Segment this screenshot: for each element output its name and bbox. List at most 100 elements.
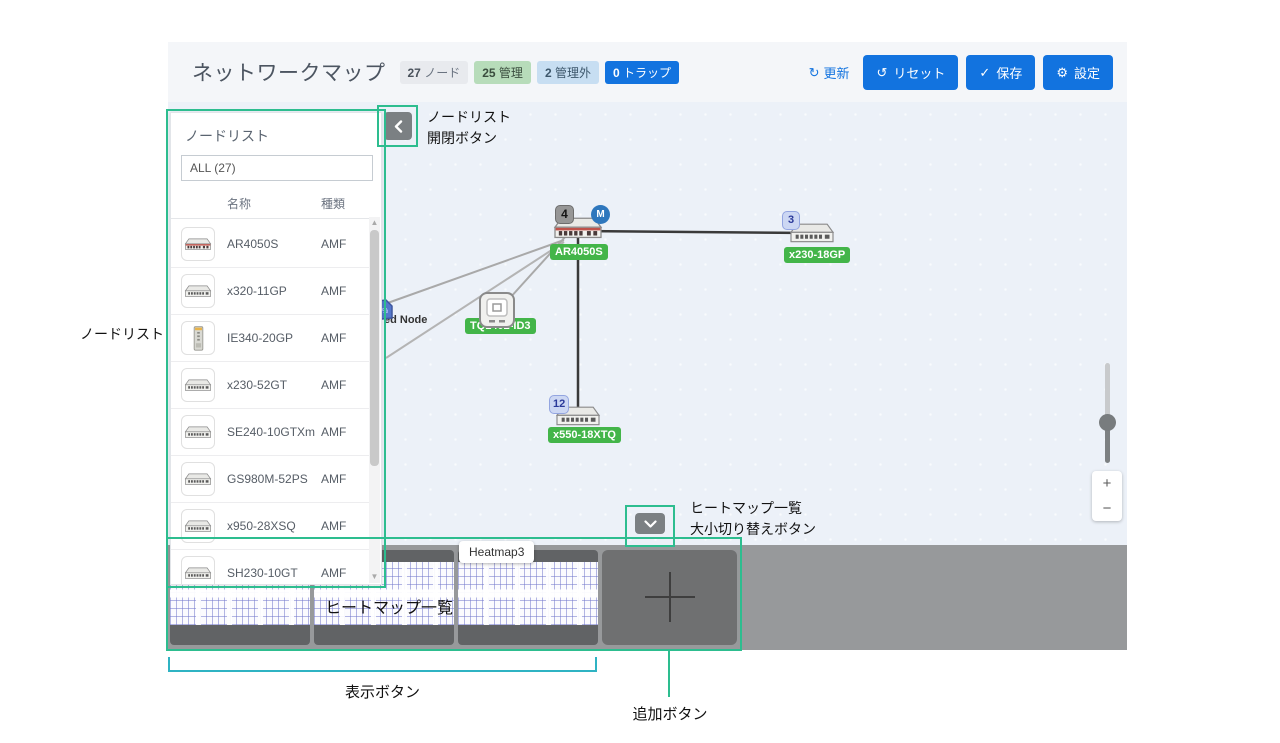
trap-count: 0 [613,66,620,80]
master-badge: M [591,205,610,224]
heatmap-size-toggle-button[interactable] [635,513,665,534]
node-name: SH230-10GT [227,566,321,580]
device-icon [181,368,215,402]
node-name: GS980M-52PS [227,472,321,486]
annotation-add-button: 追加ボタン [627,703,713,724]
node-list-row[interactable]: SE240-10GTXm AMF [171,409,369,456]
heatmap-add-button[interactable] [602,550,737,645]
scrollbar-up-icon[interactable]: ▲ [369,217,380,229]
total-count: 27 [408,66,421,80]
heatmap-thumb-footer [458,625,598,645]
node-label-x230-18gp: x230-18GP [784,247,850,263]
annotation-heatmap-toggle: ヒートマップ一覧 大小切り替えボタン [690,498,816,540]
node-type: AMF [321,425,357,439]
node-type: AMF [321,566,357,580]
heatmap-thumb-footer [170,625,310,645]
page-title: ネットワークマップ [192,57,386,87]
check-icon: ✓ [979,66,990,79]
refresh-icon: ↻ [809,66,820,79]
node-name: x950-28XSQ [227,519,321,533]
node-type: AMF [321,519,357,533]
app-header: ネットワークマップ 27 ノード 25 管理 2 管理外 0 トラップ ↻更新 … [168,42,1127,102]
settings-button[interactable]: ⚙ 設定 [1043,55,1113,90]
node-list-row[interactable]: x950-28XSQ AMF [171,503,369,550]
node-list-rows: AR4050S AMF x320-11GP AMF IE340-20GP AMF… [171,221,369,584]
device-icon [181,556,215,584]
node-list-row[interactable]: SH230-10GT AMF [171,550,369,584]
reset-icon: ↺ [876,66,887,79]
access-point-icon [478,291,516,329]
node-badge-count: 12 [549,395,569,414]
trap-label: トラップ [623,66,671,80]
settings-label: 設定 [1074,63,1100,82]
reset-button[interactable]: ↺リセット [863,55,958,90]
node-list-row[interactable]: x230-52GT AMF [171,362,369,409]
heatmap-thumbnail-3[interactable] [458,550,598,645]
annotation-line: 開閉ボタン [427,128,511,149]
save-button[interactable]: ✓ 保存 [966,55,1035,90]
heatmap-thumb-footer [314,625,454,645]
node-type: AMF [321,378,357,392]
zoom-in-button[interactable]: + [1092,471,1122,496]
managed-badge: 25 管理 [474,61,531,84]
node-type: AMF [321,237,357,251]
annotation-node-list-toggle: ノードリスト 開閉ボタン [427,107,511,149]
map-node-tq1402[interactable] [478,291,516,334]
total-nodes-badge: 27 ノード [400,61,469,84]
scrollbar-down-icon[interactable]: ▼ [369,571,380,583]
device-icon [181,274,215,308]
annotation-heatmap-list: ヒートマップ一覧 [325,594,453,618]
save-label: 保存 [996,63,1022,82]
heatmap-tooltip: Heatmap3 [459,541,534,563]
node-name: x230-52GT [227,378,321,392]
heatmap-floorplan-image [458,562,598,625]
column-header-type: 種類 [321,195,345,212]
annotation-pointer-line [668,651,670,697]
total-label: ノード [424,66,460,80]
device-icon [181,462,215,496]
node-list-row[interactable]: AR4050S AMF [171,221,369,268]
unmanaged-count: 2 [545,66,552,80]
node-list-row[interactable]: IE340-20GP AMF [171,315,369,362]
zoom-controls: + − [1092,471,1122,521]
node-type: AMF [321,284,357,298]
zoom-slider-thumb[interactable] [1099,414,1116,431]
node-type: AMF [321,331,357,345]
annotation-node-list: ノードリスト [80,324,164,344]
unmanaged-label: 管理外 [555,66,591,80]
node-label-ar4050s: AR4050S [550,244,608,260]
node-list-toggle-button[interactable] [384,112,412,140]
column-header-name: 名称 [227,195,251,212]
device-icon [181,415,215,449]
plus-icon [669,572,671,622]
node-badge-count: 4 [555,205,574,224]
trap-badge: 0 トラップ [605,61,679,84]
managed-label: 管理 [499,66,523,80]
annotation-line: 大小切り替えボタン [690,519,816,540]
node-badge-count: 3 [782,211,800,230]
refresh-button[interactable]: ↻更新 [809,63,850,82]
refresh-label: 更新 [823,63,849,82]
header-actions: ↻更新 ↺リセット ✓ 保存 ⚙ 設定 [809,55,1113,90]
chevron-down-icon [644,520,657,528]
annotation-line: ノードリスト [427,107,511,128]
node-list-row[interactable]: GS980M-52PS AMF [171,456,369,503]
annotation-line: ヒートマップ一覧 [690,498,816,519]
node-type: AMF [321,472,357,486]
unmanaged-badge: 2 管理外 [537,61,599,84]
node-name: AR4050S [227,237,321,251]
node-list-row[interactable]: x320-11GP AMF [171,268,369,315]
node-list-scrollbar[interactable]: ▲ ▼ [369,217,380,583]
node-list-panel: ノードリスト 名称 種類 AR4050S AMF x320-11GP AMF I… [170,112,382,585]
scrollbar-thumb[interactable] [370,230,379,466]
node-name: x320-11GP [227,284,321,298]
zoom-out-button[interactable]: − [1092,496,1122,521]
node-name: IE340-20GP [227,331,321,345]
gear-icon: ⚙ [1056,66,1068,79]
device-icon [181,321,215,355]
node-count-chips: 27 ノード 25 管理 2 管理外 0 トラップ [400,61,680,84]
node-filter-select[interactable] [181,155,373,181]
managed-count: 25 [482,66,495,80]
chevron-left-icon [394,120,403,133]
annotation-display-buttons: 表示ボタン [168,681,597,702]
